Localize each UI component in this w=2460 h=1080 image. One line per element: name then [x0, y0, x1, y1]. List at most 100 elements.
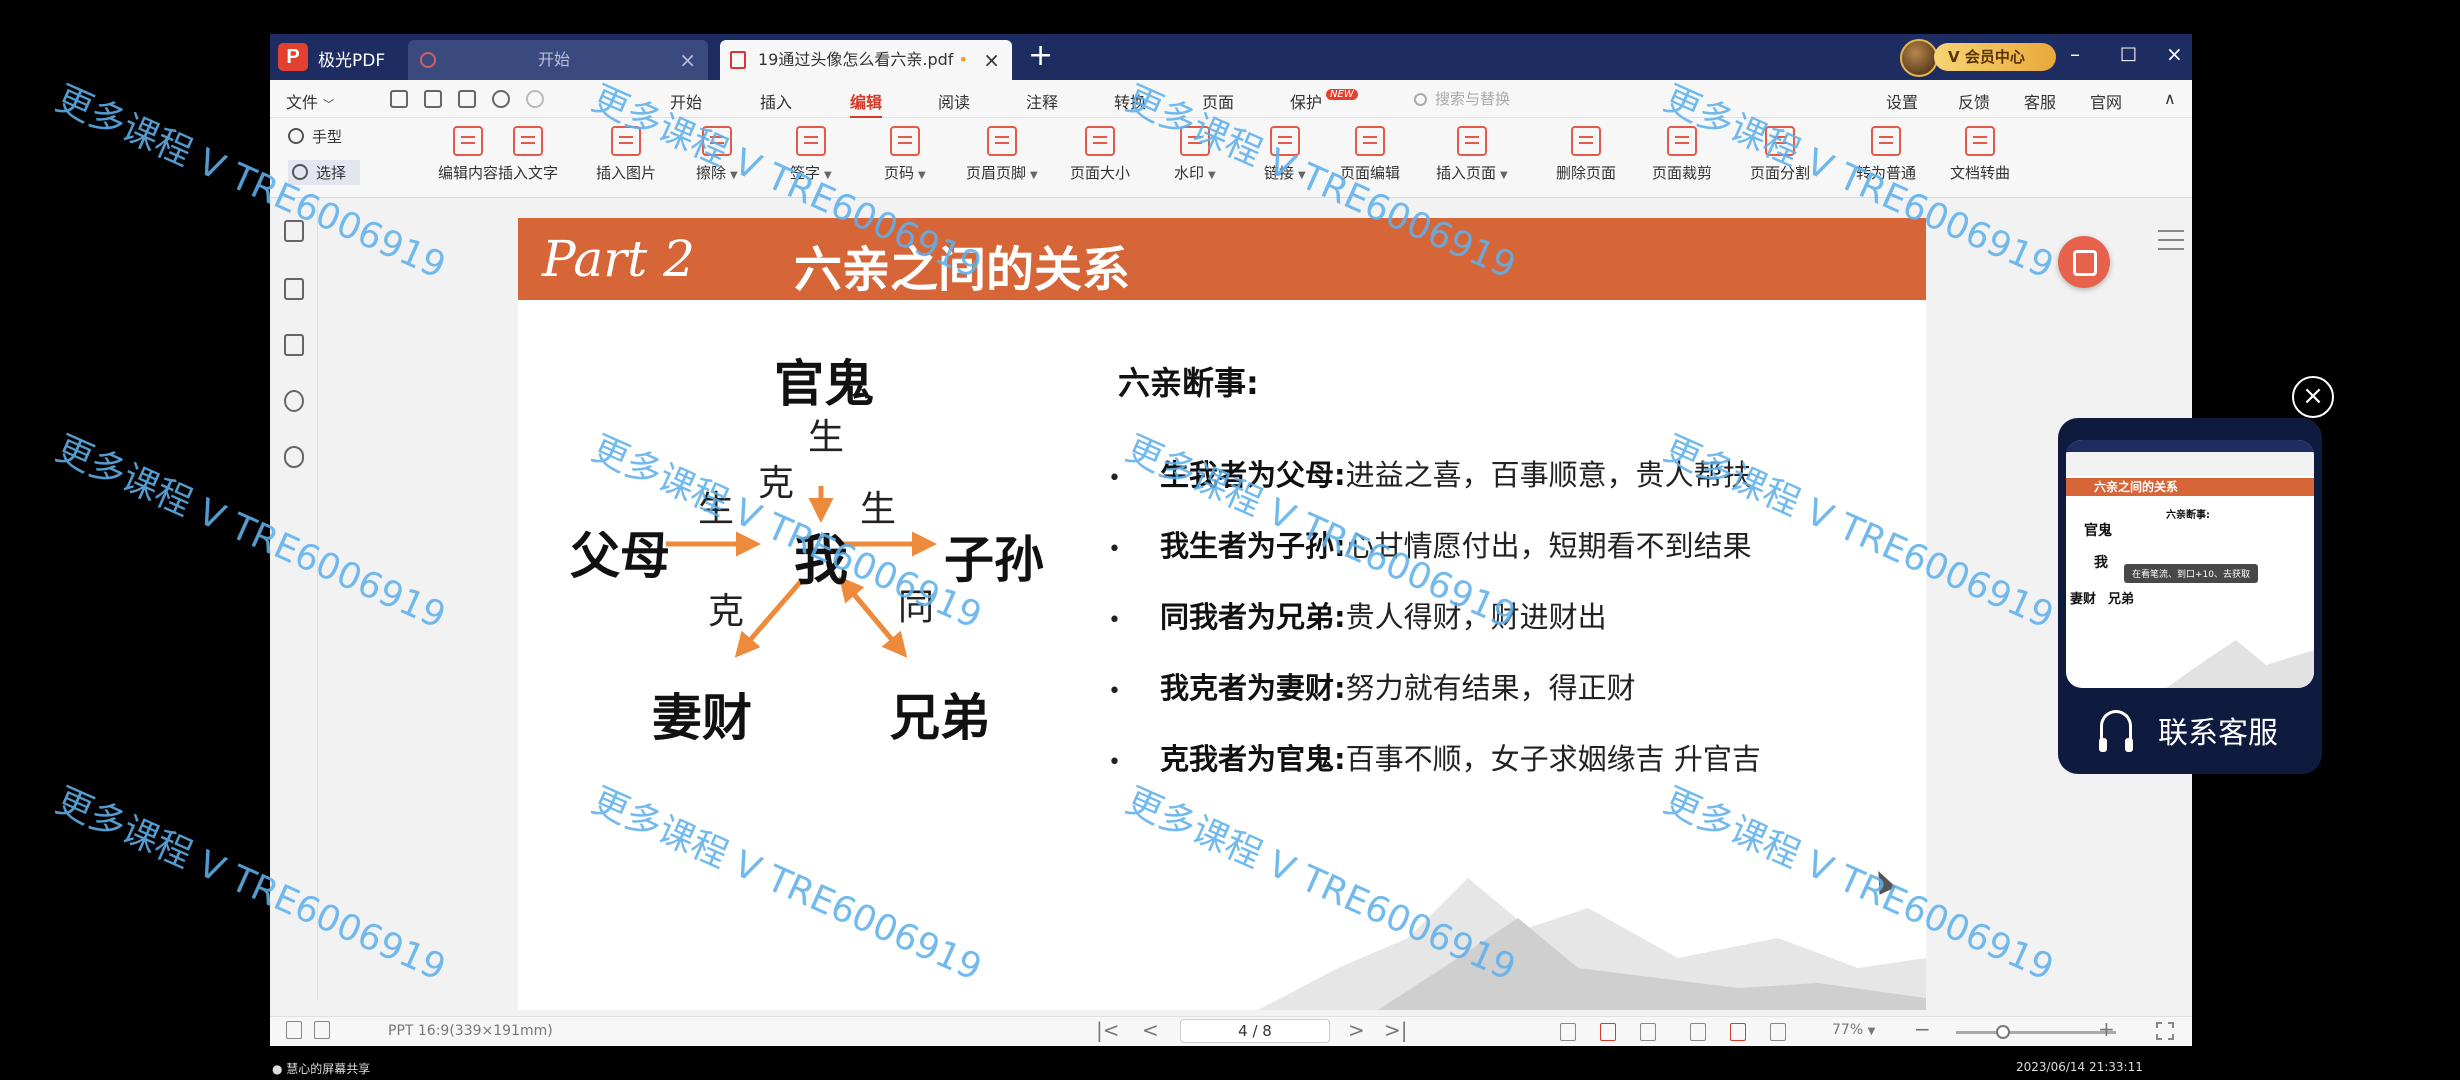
- chevron-down-icon[interactable]: ▼: [1500, 170, 1508, 181]
- next-page-button[interactable]: >: [1348, 1018, 1365, 1042]
- double-page-view-icon[interactable]: [1640, 1023, 1656, 1041]
- page-size-label: PPT 16:9(339×191mm): [388, 1023, 553, 1039]
- insert-page-button[interactable]: 插入页面 ▼: [1436, 126, 1508, 183]
- print-icon[interactable]: [458, 90, 476, 108]
- sign-icon: [795, 126, 826, 156]
- thumbnails-icon[interactable]: [284, 278, 304, 300]
- header-footer-button[interactable]: 页眉页脚 ▼: [966, 126, 1038, 183]
- rule-row: • 我克者为妻财:努力就有结果，得正财: [1108, 665, 1636, 707]
- hand-icon: [288, 128, 304, 144]
- chevron-down-icon[interactable]: ▼: [1208, 170, 1216, 181]
- tool-label: 编辑内容: [438, 164, 499, 182]
- single-page-view-icon[interactable]: [1560, 1023, 1576, 1041]
- new-tab-button[interactable]: +: [1028, 38, 1053, 73]
- delete-page-icon: [1571, 126, 1601, 156]
- floating-tool-icon[interactable]: [2058, 236, 2110, 288]
- insert-text-button[interactable]: 插入文字: [498, 126, 558, 183]
- collapse-ribbon-icon[interactable]: ∧: [2164, 89, 2176, 108]
- chevron-down-icon[interactable]: ▼: [1030, 170, 1038, 181]
- menu-protect-label: 保护: [1290, 93, 1323, 112]
- prev-page-button[interactable]: <: [1142, 1018, 1159, 1042]
- redo-icon[interactable]: [526, 90, 544, 108]
- page-icon[interactable]: [286, 1021, 302, 1039]
- tab-document[interactable]: 19通过头像怎么看六亲.pdf • ×: [720, 40, 1012, 80]
- tool-label: 页面大小: [1070, 164, 1131, 182]
- search-icon[interactable]: [284, 390, 304, 412]
- maximize-button[interactable]: □: [2120, 43, 2137, 64]
- close-widget-button[interactable]: ×: [2292, 376, 2334, 418]
- search-input[interactable]: 搜索与替换: [1414, 88, 1614, 110]
- menu-file-label: 文件: [286, 93, 319, 112]
- menu-insert[interactable]: 插入: [760, 89, 792, 113]
- zoom-slider[interactable]: [1956, 1031, 2116, 1034]
- search-icon: [1414, 93, 1427, 106]
- pdf-file-icon: [730, 51, 746, 69]
- zoom-out-button[interactable]: −: [1914, 1017, 1931, 1041]
- menu-file[interactable]: 文件 ﹀: [286, 89, 334, 113]
- menu-support[interactable]: 客服: [2024, 89, 2056, 113]
- close-tab-icon[interactable]: ×: [679, 40, 696, 80]
- page-size-button[interactable]: 页面大小: [1070, 126, 1130, 183]
- preview-toast: 在看笔流、到口+10、去获取: [2124, 564, 2258, 583]
- menu-annotate[interactable]: 注释: [1026, 89, 1058, 113]
- attachment-icon[interactable]: [284, 446, 304, 468]
- fullscreen-icon[interactable]: [2156, 1022, 2174, 1040]
- chevron-down-icon[interactable]: ▼: [918, 170, 926, 181]
- tab-label-wrap: 19通过头像怎么看六亲.pdf •: [758, 40, 968, 80]
- page-number-button[interactable]: 页码 ▼: [884, 126, 926, 183]
- close-tab-icon[interactable]: ×: [983, 40, 1000, 80]
- vip-center-button[interactable]: V 会员中心: [1934, 43, 2056, 71]
- continuous-view-icon[interactable]: [1600, 1023, 1616, 1041]
- tab-start[interactable]: 开始 ×: [408, 40, 708, 80]
- zoom-slider-thumb[interactable]: [1996, 1025, 2010, 1039]
- open-icon[interactable]: [390, 90, 408, 108]
- save-icon[interactable]: [424, 90, 442, 108]
- status-bar: PPT 16:9(339×191mm) |< < 4 / 8 > >| 77% …: [270, 1016, 2192, 1046]
- select-tool-label: 选择: [316, 164, 347, 182]
- close-window-button[interactable]: ×: [2166, 42, 2183, 66]
- menu-website[interactable]: 官网: [2090, 89, 2122, 113]
- sliders-icon[interactable]: [2158, 230, 2184, 250]
- hand-tool[interactable]: 手型: [288, 126, 342, 147]
- undo-icon[interactable]: [492, 90, 510, 108]
- zoom-in-button[interactable]: +: [2098, 1017, 2115, 1041]
- comment-icon[interactable]: [284, 334, 304, 356]
- label-bl-ke: 克: [708, 591, 745, 632]
- menu-feedback[interactable]: 反馈: [1958, 89, 1990, 113]
- fit-width-icon[interactable]: [1690, 1023, 1706, 1041]
- headset-icon: [2099, 710, 2133, 752]
- delete-page-button[interactable]: 删除页面: [1556, 126, 1616, 183]
- hand-tool-label: 手型: [312, 128, 343, 146]
- preview-heading: 六亲断事:: [2166, 510, 2210, 521]
- preview-node-bl: 妻财: [2070, 592, 2097, 607]
- preview-titlebar: [2066, 440, 2314, 452]
- page-icon[interactable]: [314, 1021, 330, 1039]
- zoom-dropdown[interactable]: 77% ▼: [1832, 1022, 1875, 1038]
- bullet: •: [1108, 750, 1121, 775]
- edit-content-icon: [453, 126, 483, 156]
- app-name: 极光PDF: [318, 51, 386, 71]
- menu-read[interactable]: 阅读: [938, 89, 970, 113]
- minimize-button[interactable]: –: [2070, 42, 2080, 66]
- page-edit-icon: [1355, 126, 1385, 156]
- node-guangui: 官鬼: [774, 355, 874, 413]
- last-page-button[interactable]: >|: [1384, 1018, 1408, 1042]
- menu-protect[interactable]: 保护 NEW: [1290, 89, 1358, 113]
- fit-page-icon[interactable]: [1730, 1023, 1746, 1041]
- edit-content-button[interactable]: 编辑内容: [438, 126, 498, 183]
- home-icon: [420, 52, 436, 68]
- page-number-input[interactable]: 4 / 8: [1180, 1019, 1330, 1043]
- page-size-icon: [1085, 126, 1115, 156]
- customer-service-widget[interactable]: 六亲之间的关系 六亲断事: 官鬼 我 妻财 兄弟 在看笔流、到口+10、去获取 …: [2058, 418, 2322, 774]
- menu-settings[interactable]: 设置: [1886, 89, 1918, 113]
- first-page-button[interactable]: |<: [1096, 1018, 1120, 1042]
- new-badge: NEW: [1326, 89, 1358, 100]
- zoom-value: 77%: [1832, 1022, 1864, 1038]
- avatar[interactable]: [1900, 39, 1938, 77]
- menu-edit[interactable]: 编辑: [850, 89, 883, 119]
- tool-label: 水印: [1174, 164, 1205, 182]
- preview-node-center: 我: [2094, 555, 2108, 571]
- doc-outline-button[interactable]: 文档转曲: [1950, 126, 2010, 183]
- insert-page-icon: [1456, 126, 1487, 156]
- book-view-icon[interactable]: [1770, 1023, 1786, 1041]
